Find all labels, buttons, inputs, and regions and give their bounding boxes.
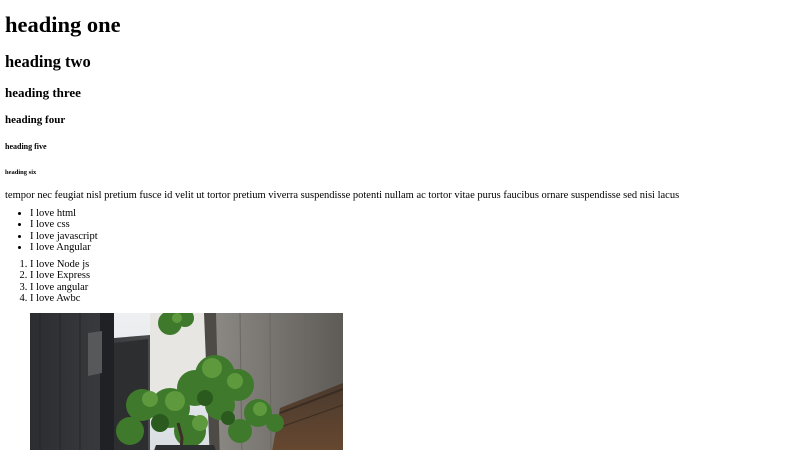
body-paragraph: tempor nec feugiat nisl pretium fusce id…	[5, 190, 680, 201]
heading-five: heading five	[5, 142, 47, 151]
heading-four: heading four	[5, 114, 66, 126]
alley-photo	[30, 313, 343, 450]
page-content: heading one heading two heading three he…	[0, 12, 800, 304]
list-item: I love Express	[30, 270, 795, 281]
heading-two: heading two	[5, 52, 91, 71]
heading-six: heading six	[5, 169, 37, 176]
list-item: I love angular	[30, 282, 795, 293]
heading-one: heading one	[5, 12, 121, 37]
unordered-list: I love html I love css I love javascript…	[5, 208, 795, 253]
heading-three: heading three	[5, 85, 81, 100]
list-item: I love css	[30, 219, 795, 230]
ordered-list: I love Node js I love Express I love ang…	[5, 259, 795, 304]
list-item: I love Node js	[30, 259, 795, 270]
list-item: I love Awbc	[30, 293, 795, 304]
list-item: I love html	[30, 208, 795, 219]
alley-image	[30, 313, 343, 450]
list-item: I love Angular	[30, 242, 795, 253]
list-item: I love javascript	[30, 231, 795, 242]
